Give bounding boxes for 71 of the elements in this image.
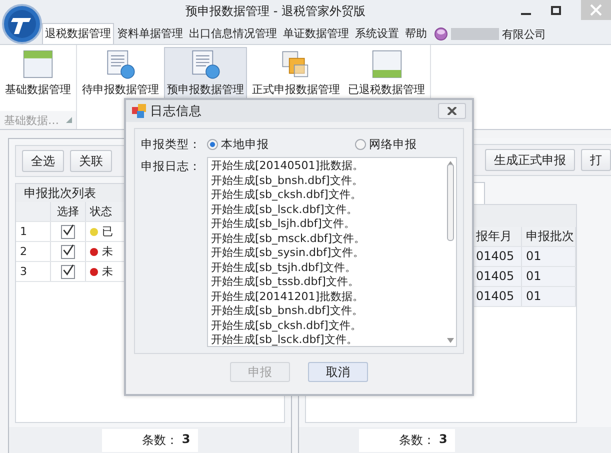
count-value: 3 bbox=[182, 432, 190, 448]
field-label: 申报日志： bbox=[141, 158, 201, 175]
toolbar-button[interactable]: 关联 bbox=[70, 150, 112, 172]
menu-tab[interactable]: 出口信息情况管理 bbox=[186, 23, 280, 44]
scrollbar-thumb[interactable] bbox=[447, 164, 454, 240]
ribbon-button[interactable]: 已退税数据管理 bbox=[345, 47, 428, 99]
table-cell: 01 bbox=[522, 287, 576, 306]
row-number: 2 bbox=[16, 242, 51, 261]
table-icon bbox=[23, 50, 53, 80]
close-button[interactable] bbox=[438, 103, 466, 119]
window-icon bbox=[132, 104, 146, 118]
row-number: 3 bbox=[16, 262, 51, 281]
window-title: 预申报数据管理 - 退税管家外贸版 bbox=[184, 3, 366, 20]
group-label: 基础数据… bbox=[4, 112, 59, 128]
table-icon bbox=[372, 50, 402, 80]
log-line: 开始生成[sb_cksh.dbf]文件。 bbox=[211, 318, 362, 333]
table-cell: 01 bbox=[522, 267, 576, 286]
status-text: 已 bbox=[102, 224, 113, 239]
log-line: 开始生成[sb_sysin.dbf]文件。 bbox=[211, 246, 366, 260]
ribbon-button[interactable]: 基础数据管理 bbox=[2, 47, 74, 99]
dialog-title: 日志信息 bbox=[150, 102, 203, 120]
expand-corner-icon bbox=[66, 117, 72, 123]
radio-option[interactable]: 本地申报 bbox=[207, 135, 269, 153]
checkmark-icon bbox=[62, 222, 74, 236]
log-line: 开始生成[sb_msck.dbf]文件。 bbox=[211, 232, 366, 246]
close-icon bbox=[447, 107, 457, 115]
log-list[interactable] bbox=[207, 157, 457, 347]
log-line: 开始生成[sb_tssb.dbf]文件。 bbox=[211, 275, 360, 290]
minimize-icon bbox=[521, 13, 531, 15]
count-label: 条数： bbox=[142, 432, 178, 448]
radio-option[interactable]: 网络申报 bbox=[355, 135, 417, 153]
toolbar-button[interactable]: 全选 bbox=[22, 150, 64, 172]
close-icon bbox=[581, 0, 611, 20]
status-text: 未 bbox=[102, 244, 113, 259]
menu-tab[interactable]: 退税数据管理 bbox=[42, 23, 114, 44]
menu-tab[interactable]: 单证数据管理 bbox=[280, 23, 352, 44]
user-status-icon bbox=[434, 27, 448, 41]
field-label: 申报类型： bbox=[141, 136, 201, 153]
count-value: 3 bbox=[439, 432, 448, 448]
redacted-text bbox=[451, 28, 499, 40]
checkmark-icon bbox=[62, 262, 74, 276]
toolbar-button[interactable]: 生成正式申报 bbox=[485, 149, 575, 171]
checkbox[interactable] bbox=[61, 264, 75, 278]
log-line: 开始生成[sb_tsjh.dbf]文件。 bbox=[211, 260, 358, 275]
copy-icon bbox=[281, 50, 311, 80]
dialog-button[interactable]: 取消 bbox=[308, 362, 368, 382]
row-number: 1 bbox=[16, 222, 51, 241]
document-icon bbox=[106, 50, 136, 80]
checkbox[interactable] bbox=[61, 244, 75, 258]
toolbar-button[interactable]: 打 bbox=[581, 149, 611, 171]
ribbon-button[interactable]: 预申报数据管理 bbox=[164, 47, 247, 99]
column-header: 申报批次 bbox=[522, 227, 576, 246]
checkmark-icon bbox=[62, 242, 74, 256]
log-line: 开始生成[sb_bnsh.dbf]文件。 bbox=[211, 304, 364, 318]
menu-tab[interactable]: 资料单据管理 bbox=[114, 23, 186, 44]
column-header: 选择 bbox=[51, 202, 86, 221]
table-cell: 01 bbox=[522, 247, 576, 266]
document-icon bbox=[190, 50, 220, 80]
menu-tab[interactable]: 系统设置 bbox=[352, 23, 402, 44]
count-label: 条数： bbox=[399, 432, 435, 448]
menu-tab[interactable]: 帮助 bbox=[402, 23, 430, 44]
log-line: 开始生成[20141201]批数据。 bbox=[211, 290, 365, 304]
maximize-icon bbox=[551, 6, 561, 14]
ribbon-button[interactable]: 待申报数据管理 bbox=[79, 47, 162, 99]
scroll-down-icon bbox=[447, 338, 454, 343]
status-text: 未 bbox=[102, 264, 113, 279]
ribbon-button[interactable]: 正式申报数据管理 bbox=[249, 47, 343, 99]
log-line: 开始生成[20140501]批数据。 bbox=[211, 159, 365, 174]
log-line: 开始生成[sb_lsck.dbf]文件。 bbox=[211, 333, 358, 346]
checkbox[interactable] bbox=[61, 224, 75, 238]
company-name: 有限公司 bbox=[502, 26, 546, 42]
